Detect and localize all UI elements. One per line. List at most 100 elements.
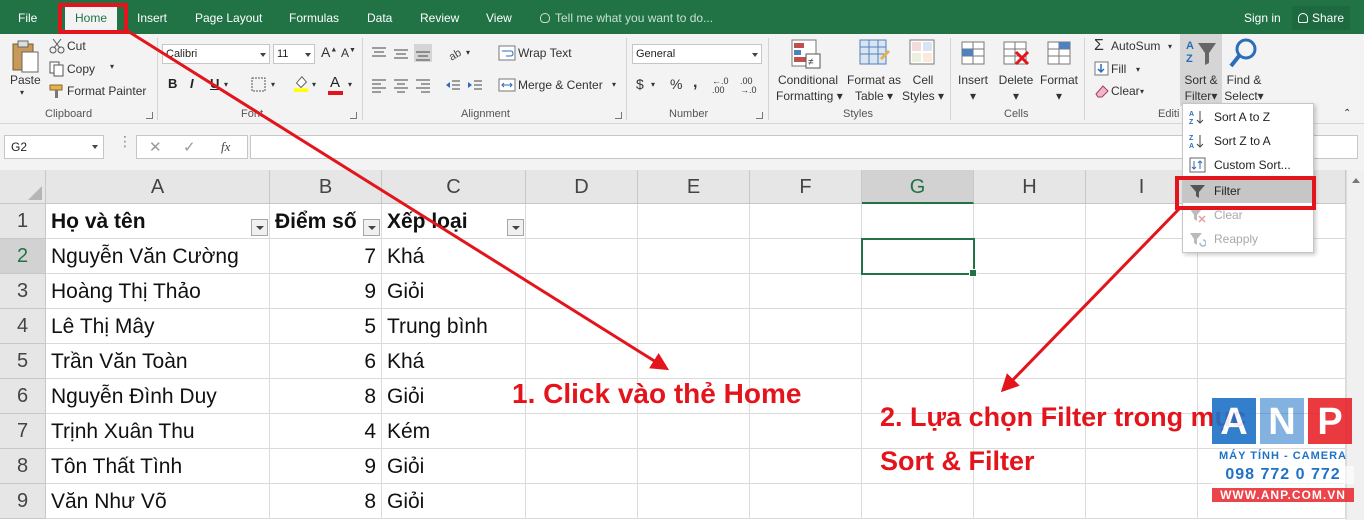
filter-dropdown-button[interactable] [363,219,380,236]
cell-d9[interactable] [526,484,638,519]
header-cell-c[interactable]: Xếp loại [382,204,526,239]
cell-i9[interactable] [1086,484,1198,519]
share-button[interactable]: Share [1292,6,1351,30]
font-size-select[interactable]: 11 [273,44,315,64]
row-header-7[interactable]: 7 [0,414,46,449]
column-header-h[interactable]: H [974,170,1086,204]
paste-dropdown-icon[interactable]: ▾ [20,88,24,97]
decrease-indent-icon[interactable] [444,76,462,94]
cell-j5[interactable] [1198,344,1346,379]
bold-button[interactable]: B [168,76,177,91]
italic-button[interactable]: I [190,76,194,91]
borders-dropdown-icon[interactable]: ▾ [271,80,275,89]
tab-review[interactable]: Review [420,0,459,34]
column-header-b[interactable]: B [270,170,382,204]
autosum-button[interactable]: AutoSum [1111,39,1160,53]
cell-f7[interactable] [750,414,862,449]
fill-color-icon[interactable] [292,74,310,92]
align-middle-icon[interactable] [392,44,410,62]
orientation-icon[interactable]: ab [446,44,464,62]
cell-styles-button[interactable]: Cell Styles ▾ [900,72,946,104]
column-header-d[interactable]: D [526,170,638,204]
cell-e2[interactable] [638,239,750,274]
menu-item-sort-za[interactable]: ZA Sort Z to A [1183,129,1313,153]
row-header-8[interactable]: 8 [0,449,46,484]
cell-h1[interactable] [974,204,1086,239]
table-cell[interactable]: 8 [270,484,382,519]
font-color-dropdown-icon[interactable]: ▾ [348,80,352,89]
table-cell[interactable]: Hoàng Thị Thảo [46,274,270,309]
table-cell[interactable]: Khá [382,344,526,379]
align-right-icon[interactable] [414,76,432,94]
format-painter-button[interactable]: Format Painter [67,84,146,98]
cell-e1[interactable] [638,204,750,239]
drag-handle-icon[interactable]: ⋮ [118,133,132,150]
column-header-e[interactable]: E [638,170,750,204]
cell-e8[interactable] [638,449,750,484]
format-cells-button[interactable]: Format ▾ [1038,72,1080,104]
cell-j3[interactable] [1198,274,1346,309]
table-cell[interactable]: 9 [270,274,382,309]
row-header-1[interactable]: 1 [0,204,46,239]
cell-i8[interactable] [1086,449,1198,484]
active-cell-g2[interactable] [861,238,977,277]
font-color-icon[interactable]: A [330,74,340,91]
align-center-icon[interactable] [392,76,410,94]
cell-f5[interactable] [750,344,862,379]
increase-decimal-icon[interactable]: ←.0.00 [712,77,729,95]
tab-formulas[interactable]: Formulas [289,0,339,34]
cell-i4[interactable] [1086,309,1198,344]
cell-d2[interactable] [526,239,638,274]
tell-me-search[interactable]: Tell me what you want to do... [540,0,713,34]
tab-data[interactable]: Data [367,0,392,34]
cell-e7[interactable] [638,414,750,449]
clear-dropdown-icon[interactable]: ▾ [1140,87,1144,96]
row-header-5[interactable]: 5 [0,344,46,379]
decrease-decimal-icon[interactable]: .00 →.0 [740,77,757,95]
cut-button[interactable]: Cut [67,39,86,53]
row-header-2[interactable]: 2 [0,239,46,274]
delete-cells-button[interactable]: Delete ▾ [996,72,1036,104]
format-as-table-button[interactable]: Format as Table ▾ [844,72,904,104]
cell-d7[interactable] [526,414,638,449]
orientation-dropdown-icon[interactable]: ▾ [466,48,470,57]
select-all-button[interactable] [0,170,46,204]
cell-g4[interactable] [862,309,974,344]
insert-function-button[interactable]: fx [221,139,230,155]
filter-dropdown-button[interactable] [251,219,268,236]
paste-button[interactable]: Paste [10,73,41,87]
cell-i3[interactable] [1086,274,1198,309]
table-cell[interactable]: Trịnh Xuân Thu [46,414,270,449]
cell-f3[interactable] [750,274,862,309]
increase-font-icon[interactable]: A▲ [321,44,337,60]
menu-item-custom-sort[interactable]: Custom Sort... [1183,153,1313,177]
cell-h2[interactable] [974,239,1086,274]
currency-button[interactable]: $ [636,76,644,92]
table-cell[interactable]: 7 [270,239,382,274]
copy-dropdown-icon[interactable]: ▾ [110,62,114,71]
number-format-select[interactable]: General [632,44,762,64]
find-select-button[interactable]: Find & Select▾ [1223,72,1265,104]
table-cell[interactable]: 4 [270,414,382,449]
table-cell[interactable]: Kém [382,414,526,449]
wrap-text-button[interactable]: Wrap Text [518,46,572,60]
table-cell[interactable]: 6 [270,344,382,379]
currency-dropdown-icon[interactable]: ▾ [651,80,655,89]
cell-d5[interactable] [526,344,638,379]
table-cell[interactable]: 5 [270,309,382,344]
name-box[interactable]: G2 [4,135,104,159]
table-cell[interactable]: Giỏi [382,484,526,519]
tab-insert[interactable]: Insert [137,0,167,34]
table-cell[interactable]: Khá [382,239,526,274]
cell-e3[interactable] [638,274,750,309]
underline-button[interactable]: U [210,76,219,91]
row-header-9[interactable]: 9 [0,484,46,519]
cell-g1[interactable] [862,204,974,239]
table-cell[interactable]: Văn Như Võ [46,484,270,519]
align-left-icon[interactable] [370,76,388,94]
row-header-6[interactable]: 6 [0,379,46,414]
table-cell[interactable]: Giỏi [382,449,526,484]
column-header-f[interactable]: F [750,170,862,204]
cell-h5[interactable] [974,344,1086,379]
scroll-up-icon[interactable] [1352,178,1360,183]
